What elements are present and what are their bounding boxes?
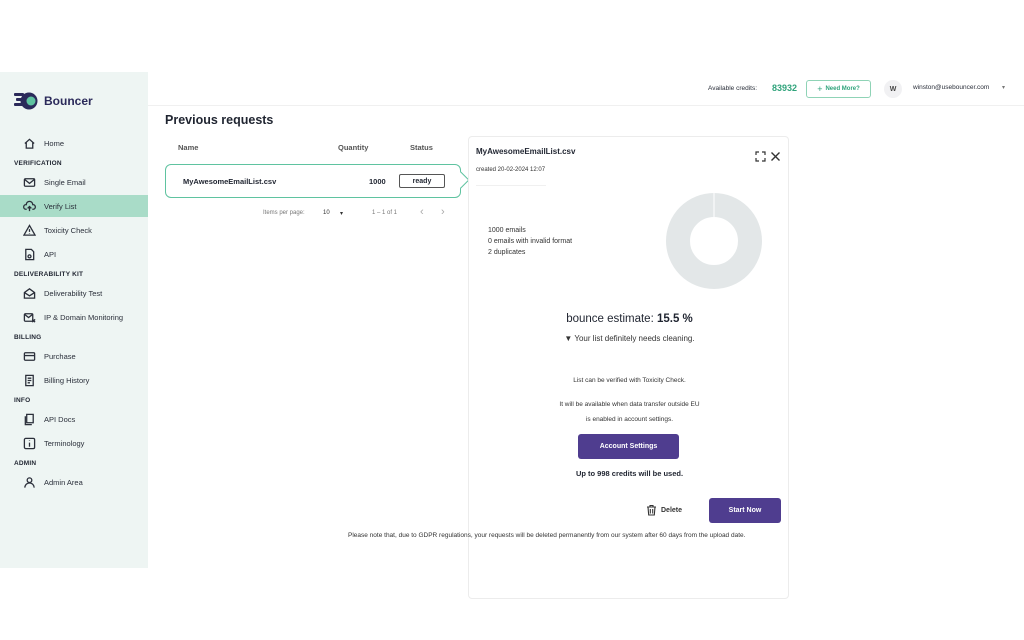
docs-icon [22, 412, 36, 426]
user-icon [22, 475, 36, 489]
pager-range: 1 – 1 of 1 [372, 210, 398, 216]
prev-page-icon[interactable]: ‹ [420, 206, 424, 218]
sidebar-item-label: Terminology [44, 438, 85, 448]
table-row[interactable]: MyAwesomeEmailList.csv 1000 ready [165, 164, 461, 198]
plus-icon: + [817, 84, 823, 94]
delete-label: Delete [661, 506, 683, 514]
sidebar-item-purchase[interactable]: Purchase [0, 345, 148, 367]
sidebar-item-label: Home [44, 138, 65, 148]
chevron-down-icon[interactable]: ▾ [340, 210, 343, 217]
credit-card-icon [22, 349, 36, 363]
sidebar-item-label: Deliverability Test [44, 288, 103, 298]
panel-filename: MyAwesomeEmailList.csv [476, 147, 576, 156]
app-root: Bouncer Home VERIFICATION Single Email V… [0, 72, 1024, 599]
logo-text: Bouncer [44, 94, 93, 108]
trash-icon [647, 504, 656, 516]
cleaning-warning: ▼ Your list definitely needs cleaning. [469, 334, 790, 343]
panel-created-date: created 20-02-2024 12:07 [476, 167, 546, 173]
info-icon [22, 436, 36, 450]
expand-icon[interactable] [755, 151, 766, 162]
section-admin: ADMIN [14, 460, 37, 467]
bounce-label: bounce estimate: [566, 313, 654, 325]
logo[interactable]: Bouncer [14, 90, 93, 112]
sidebar-item-terminology[interactable]: Terminology [0, 432, 148, 454]
stat-emails: 1000 emails [488, 227, 526, 234]
row-quantity: 1000 [369, 177, 386, 186]
column-header-status: Status [410, 143, 433, 152]
cleaning-warning-text: Your list definitely needs cleaning. [574, 334, 695, 343]
chevron-down-icon[interactable]: ▾ [1002, 84, 1005, 91]
mail-x-icon [22, 310, 36, 324]
divider [476, 185, 546, 186]
envelope-icon [22, 175, 36, 189]
credits-used-note: Up to 998 credits will be used. [575, 469, 684, 478]
section-deliverability: DELIVERABILITY KIT [14, 271, 84, 278]
sidebar-item-toxicity-check[interactable]: Toxicity Check [0, 219, 148, 241]
sidebar-item-single-email[interactable]: Single Email [0, 171, 148, 193]
close-icon[interactable] [770, 151, 781, 162]
toxicity-note: List can be verified with Toxicity Check… [573, 377, 686, 384]
bounce-estimate: bounce estimate: 15.5 % [469, 313, 790, 325]
sidebar-item-label: IP & Domain Monitoring [44, 312, 124, 322]
user-email[interactable]: winston@usebouncer.com [913, 84, 989, 91]
stat-duplicates: 2 duplicates [488, 249, 526, 256]
section-verification: VERIFICATION [14, 160, 62, 167]
availability-note-line1: It will be available when data transfer … [559, 401, 700, 408]
bouncer-logo-icon [14, 90, 38, 112]
sidebar-item-label: API Docs [44, 414, 76, 424]
sidebar-item-label: Verify List [44, 201, 77, 211]
api-file-icon [22, 247, 36, 261]
sidebar-item-api[interactable]: API [0, 243, 148, 265]
section-billing: BILLING [14, 334, 42, 341]
request-detail-panel: MyAwesomeEmailList.csv created 20-02-202… [468, 136, 789, 599]
warning-triangle-icon [22, 223, 36, 237]
topbar: Available credits: 83932 + Need More? W … [148, 72, 1024, 106]
list-stats: 1000 emails 0 emails with invalid format… [488, 225, 572, 258]
sidebar-item-deliverability-test[interactable]: Deliverability Test [0, 282, 148, 304]
results-donut-chart [666, 193, 762, 289]
row-filename: MyAwesomeEmailList.csv [183, 177, 277, 186]
sidebar-item-label: Toxicity Check [44, 225, 92, 235]
start-now-button[interactable]: Start Now [709, 498, 781, 523]
sidebar-item-label: Single Email [44, 177, 86, 187]
column-header-name: Name [178, 143, 199, 152]
cloud-upload-icon [22, 199, 36, 213]
credits-value: 83932 [772, 83, 798, 93]
sidebar-item-label: API [44, 249, 57, 259]
next-page-icon[interactable]: › [441, 206, 445, 218]
account-settings-button[interactable]: Account Settings [578, 434, 679, 459]
sidebar-item-billing-history[interactable]: Billing History [0, 369, 148, 391]
page-title: Previous requests [165, 113, 274, 127]
items-per-page-select[interactable]: 10 [323, 210, 330, 216]
delete-button[interactable]: Delete [646, 504, 682, 516]
sidebar-item-api-docs[interactable]: API Docs [0, 408, 148, 430]
sidebar-item-home[interactable]: Home [0, 132, 148, 154]
sidebar-nav: Home VERIFICATION Single Email Verify Li… [0, 132, 148, 495]
status-badge: ready [399, 174, 445, 188]
need-more-label: Need More? [825, 86, 860, 92]
sidebar-item-verify-list[interactable]: Verify List [0, 195, 148, 217]
sidebar-item-label: Admin Area [44, 477, 83, 487]
sidebar-item-label: Purchase [44, 351, 76, 361]
need-more-button[interactable]: + Need More? [806, 80, 871, 98]
stat-invalid-format: 0 emails with invalid format [488, 238, 573, 245]
sidebar: Bouncer Home VERIFICATION Single Email V… [0, 72, 148, 568]
home-icon [22, 136, 36, 150]
avatar[interactable]: W [884, 80, 902, 98]
receipt-icon [22, 373, 36, 387]
sidebar-item-admin-area[interactable]: Admin Area [0, 471, 148, 493]
bounce-value: 15.5 % [656, 313, 693, 325]
column-header-quantity: Quantity [338, 143, 369, 152]
credits-label: Available credits: [708, 85, 758, 92]
section-info: INFO [14, 397, 31, 404]
gdpr-note: Please note that, due to GDPR regulation… [348, 532, 746, 539]
availability-note-line2: is enabled in account settings. [585, 416, 674, 423]
sidebar-item-ip-domain-monitoring[interactable]: IP & Domain Monitoring [0, 306, 148, 328]
items-per-page-label: Items per page: [263, 210, 305, 216]
sidebar-item-label: Billing History [44, 375, 90, 385]
mail-open-icon [22, 286, 36, 300]
thumbs-down-icon: ▼ [564, 334, 573, 343]
